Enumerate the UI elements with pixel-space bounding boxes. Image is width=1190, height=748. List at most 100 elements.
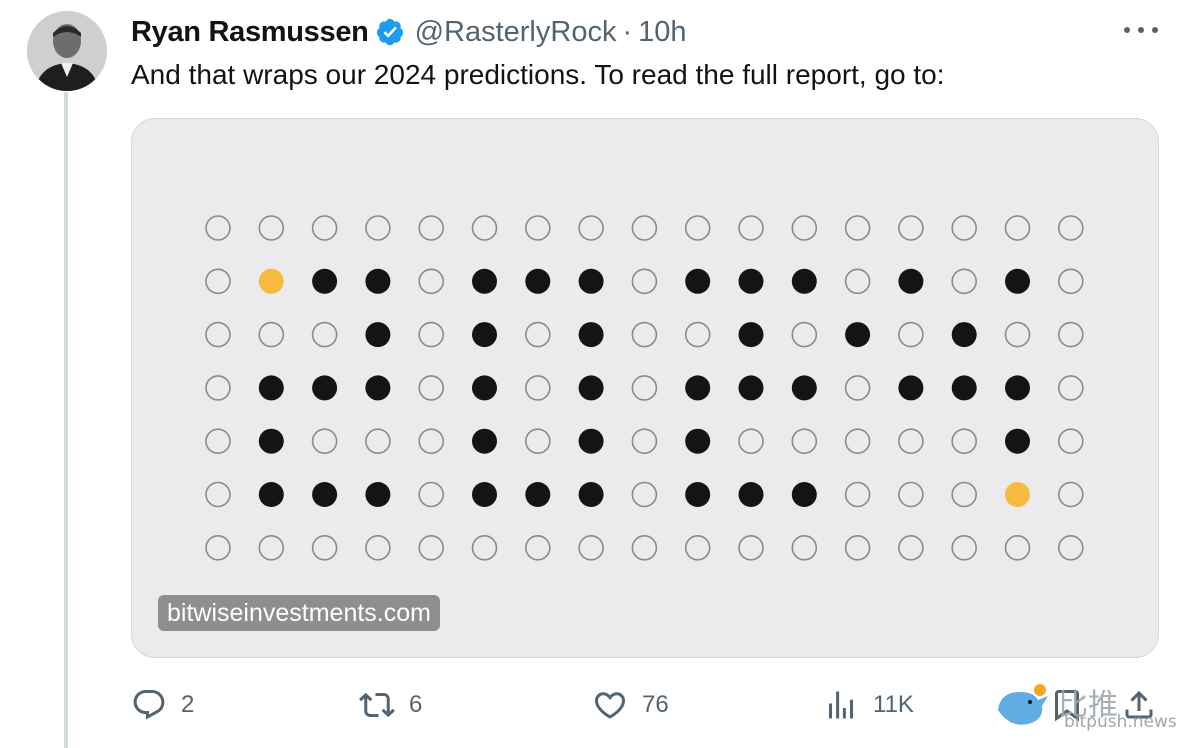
dot-filled: [472, 428, 497, 454]
author-avatar[interactable]: [27, 11, 107, 91]
dot-empty: [1004, 321, 1031, 348]
dot-empty: [1057, 268, 1084, 295]
dot-filled: [898, 268, 924, 294]
dot-empty: [631, 428, 658, 455]
dot-filled: [578, 268, 604, 294]
heart-icon: [594, 692, 626, 719]
dot-filled: [365, 322, 391, 348]
bitpush-watermark: 比推 bitpush.news: [990, 676, 1190, 748]
header-separator: ·: [622, 15, 633, 48]
dot-empty: [418, 534, 445, 561]
dot-filled: [472, 322, 497, 348]
dot-empty: [1004, 215, 1031, 241]
bird-logo-icon: [998, 684, 1048, 725]
views-count: 11K: [873, 691, 914, 718]
dot-empty: [471, 215, 498, 241]
dot-empty: [311, 534, 338, 561]
dot-empty: [311, 215, 338, 241]
dot-empty: [205, 321, 231, 348]
dot-filled: [685, 268, 711, 294]
dot-filled: [578, 428, 604, 454]
dot-filled: [791, 268, 817, 294]
dot-filled: [898, 375, 924, 401]
dot-empty: [578, 534, 604, 561]
retweet-icon: [359, 692, 395, 718]
dot-filled: [525, 482, 551, 507]
dot-empty: [898, 481, 924, 508]
dot-empty: [365, 428, 391, 455]
dot-empty: [258, 215, 285, 241]
link-card[interactable]: bitwiseinvestments.com: [131, 118, 1159, 658]
dot-filled: [258, 428, 284, 454]
dot-filled: [472, 375, 497, 401]
dot-empty: [205, 534, 231, 561]
like-button[interactable]: 76: [592, 682, 669, 728]
dot-empty: [311, 321, 338, 348]
dot-empty: [578, 215, 604, 241]
dot-empty: [631, 321, 658, 348]
dot-empty: [1057, 428, 1084, 455]
dot-empty: [898, 321, 924, 348]
dot-empty: [738, 534, 764, 561]
dot-empty: [791, 534, 818, 561]
reply-icon: [133, 690, 165, 720]
dot-empty: [365, 534, 391, 561]
dot-empty: [205, 481, 231, 508]
dot-empty: [205, 428, 231, 455]
dot-empty: [631, 481, 658, 508]
dot-filled: [685, 482, 711, 507]
tweet-timestamp[interactable]: 10h: [638, 16, 686, 49]
dot-filled: [951, 375, 977, 401]
verified-badge-icon[interactable]: [375, 17, 405, 47]
dot-empty: [951, 534, 978, 561]
dot-empty: [1057, 375, 1084, 401]
dot-empty: [258, 321, 285, 348]
dot-empty: [418, 268, 445, 295]
dot-filled: [578, 322, 604, 348]
retweet-button[interactable]: 6: [359, 682, 422, 728]
dot-empty: [844, 375, 871, 401]
author-handle[interactable]: @RasterlyRock: [415, 16, 617, 49]
analytics-icon: [829, 691, 853, 719]
dot-empty: [844, 481, 871, 508]
dot-filled: [738, 482, 764, 507]
dot-empty: [844, 215, 871, 241]
dot-empty: [631, 215, 658, 241]
dot-filled: [685, 428, 711, 454]
dot-empty: [1057, 215, 1084, 241]
dot-filled: [791, 482, 817, 507]
card-domain-label[interactable]: bitwiseinvestments.com: [158, 595, 440, 631]
dot-filled: [365, 482, 391, 507]
more-options-icon[interactable]: [1124, 20, 1158, 40]
dot-filled: [791, 375, 817, 401]
dot-empty: [524, 534, 551, 561]
dot-empty: [631, 268, 658, 295]
dot-filled: [578, 482, 604, 507]
dot-empty: [1004, 534, 1031, 561]
dot-empty: [418, 215, 445, 241]
dot-empty: [524, 215, 551, 241]
dot-filled: [578, 375, 604, 401]
reply-button[interactable]: 2: [131, 682, 194, 728]
dot-empty: [791, 321, 818, 348]
dot-empty: [951, 428, 978, 455]
dot-filled: [312, 482, 338, 507]
dot-filled: [951, 322, 977, 348]
dot-empty: [205, 215, 231, 241]
dot-filled: [1005, 268, 1030, 294]
dot-filled: [738, 322, 764, 348]
dot-empty: [684, 534, 711, 561]
dot-empty: [898, 534, 924, 561]
dot-filled: [258, 482, 284, 507]
dot-empty: [791, 428, 818, 455]
dot-empty: [951, 481, 978, 508]
dot-empty: [791, 215, 818, 241]
dot-filled: [845, 322, 871, 348]
author-name[interactable]: Ryan Rasmussen: [131, 16, 369, 49]
dot-empty: [1057, 321, 1084, 348]
dot-filled: [1005, 375, 1030, 401]
dot-filled: [365, 268, 391, 294]
views-button[interactable]: 11K: [823, 682, 914, 728]
dot-empty: [844, 268, 871, 295]
dot-empty: [205, 375, 231, 401]
